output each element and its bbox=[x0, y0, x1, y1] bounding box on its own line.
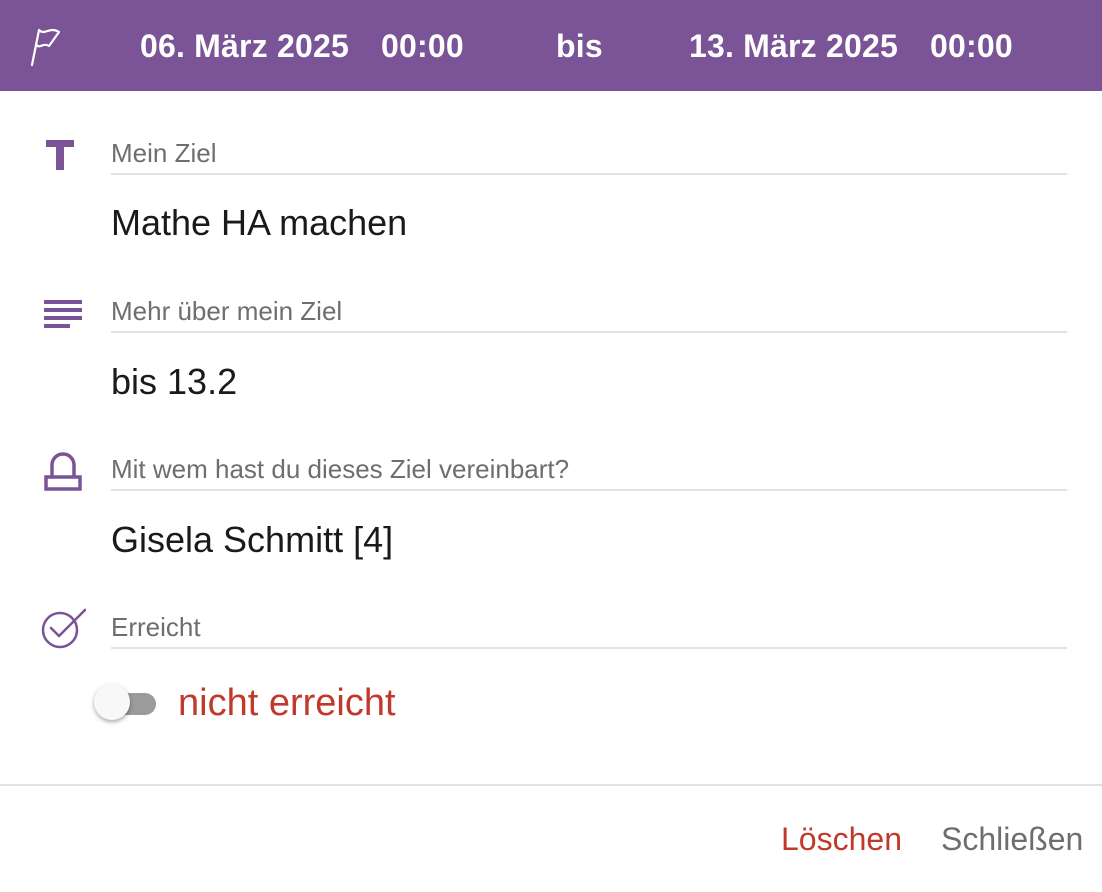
text-lines-icon bbox=[44, 300, 82, 328]
person-icon bbox=[44, 452, 82, 491]
achieved-toggle[interactable] bbox=[94, 684, 164, 722]
goal-description-value[interactable]: bis 13.2 bbox=[111, 360, 237, 404]
header-bar: 06. März 2025 00:00 bis 13. März 2025 00… bbox=[0, 0, 1102, 91]
flag-icon bbox=[30, 28, 61, 67]
footer-divider bbox=[0, 784, 1102, 786]
end-time[interactable]: 00:00 bbox=[930, 27, 1013, 65]
close-button[interactable]: Schließen bbox=[941, 818, 1083, 860]
agreed-with-label: Mit wem hast du dieses Ziel vereinbart? bbox=[111, 453, 1067, 491]
start-date[interactable]: 06. März 2025 bbox=[140, 27, 349, 65]
achieved-status-text: nicht erreicht bbox=[178, 682, 396, 724]
end-date[interactable]: 13. März 2025 bbox=[689, 27, 898, 65]
delete-button[interactable]: Löschen bbox=[781, 818, 902, 860]
date-range-separator: bis bbox=[556, 28, 603, 64]
title-icon bbox=[46, 140, 74, 170]
agreed-with-value[interactable]: Gisela Schmitt [4] bbox=[111, 518, 393, 562]
goal-label: Mein Ziel bbox=[111, 137, 1067, 175]
toggle-thumb bbox=[94, 684, 130, 720]
start-time[interactable]: 00:00 bbox=[381, 27, 464, 65]
goal-description-label: Mehr über mein Ziel bbox=[111, 295, 1067, 333]
check-circle-icon bbox=[41, 608, 86, 649]
achieved-label: Erreicht bbox=[111, 611, 1067, 649]
goal-value[interactable]: Mathe HA machen bbox=[111, 201, 407, 245]
